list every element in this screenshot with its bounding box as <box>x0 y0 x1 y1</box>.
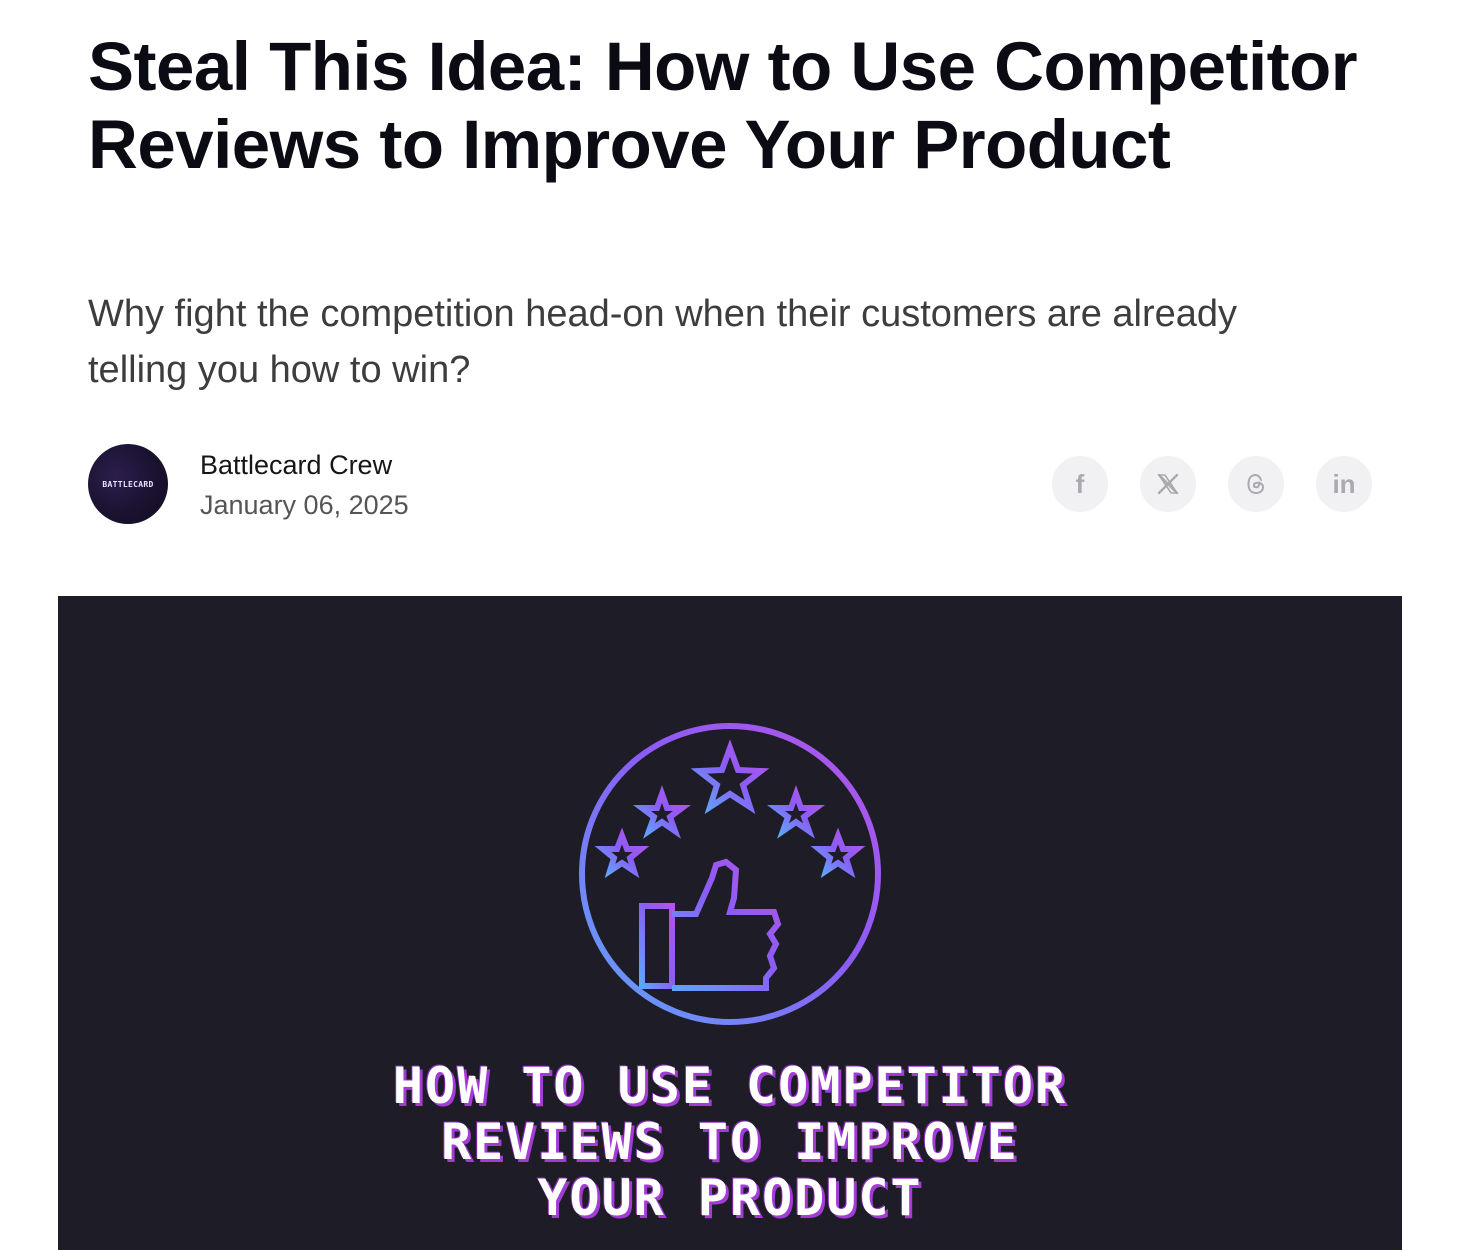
share-linkedin-button[interactable]: in <box>1316 456 1372 512</box>
share-facebook-button[interactable]: f <box>1052 456 1108 512</box>
publish-date: January 06, 2025 <box>200 490 409 520</box>
linkedin-icon: in <box>1332 468 1356 499</box>
threads-icon <box>1247 473 1265 495</box>
article-title: Steal This Idea: How to Use Competitor R… <box>88 28 1358 183</box>
x-icon <box>1157 473 1179 495</box>
author-byline: BATTLECARD Battlecard Crew January 06, 2… <box>88 444 1372 524</box>
thumbs-up-stars-icon <box>579 723 881 1025</box>
share-x-button[interactable] <box>1140 456 1196 512</box>
hero-headline: HOW TO USE COMPETITOR REVIEWS TO IMPROVE… <box>392 1057 1068 1227</box>
author-name[interactable]: Battlecard Crew <box>200 448 392 482</box>
hero-image: HOW TO USE COMPETITOR REVIEWS TO IMPROVE… <box>58 596 1402 1250</box>
avatar-logo-text: BATTLECARD <box>102 479 154 489</box>
article-subtitle: Why fight the competition head-on when t… <box>88 293 1238 391</box>
author-avatar[interactable]: BATTLECARD <box>88 444 168 524</box>
facebook-icon: f <box>1075 468 1085 499</box>
share-threads-button[interactable] <box>1228 456 1284 512</box>
